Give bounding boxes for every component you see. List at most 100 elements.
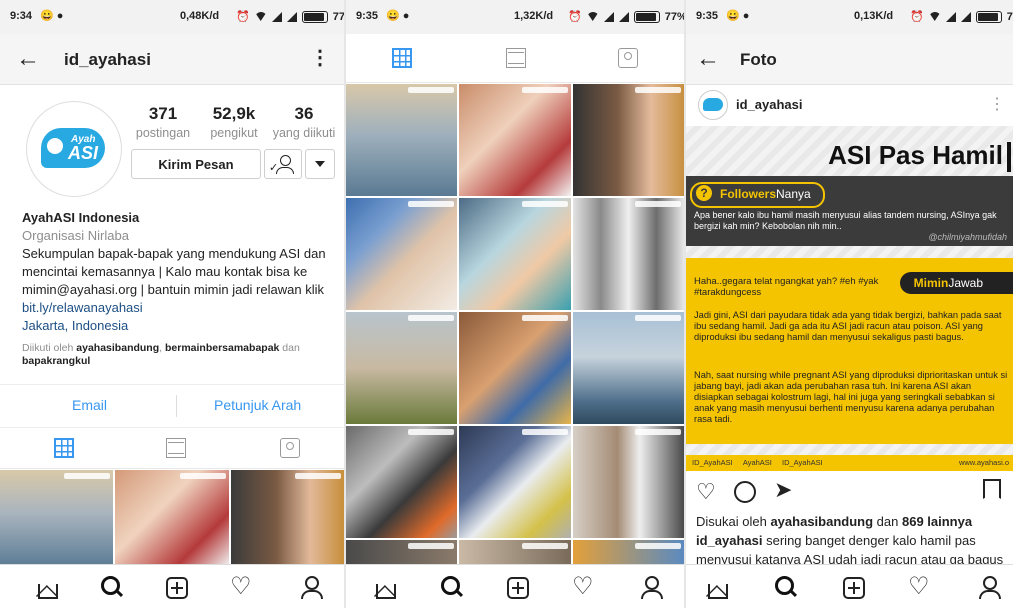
grid-photo[interactable] <box>572 312 684 424</box>
status-time: 9:34 <box>10 10 33 22</box>
grid-photo[interactable] <box>572 84 684 196</box>
answer-paragraph: Nah, saat nursing while pregnant ASI yan… <box>694 370 1008 424</box>
contact-bar: Email Petunjuk Arah <box>0 384 344 428</box>
post-image-footer: ID_AyahASI AyahASI ID_AyahASI www.ayahas… <box>686 455 1013 471</box>
network-speed: 0,13K/d <box>854 10 894 22</box>
app-bar: ← id_ayahasi ⋮ <box>0 34 344 85</box>
grid-photo[interactable] <box>572 198 684 310</box>
add-icon[interactable] <box>840 574 866 600</box>
grid-photo[interactable] <box>346 198 458 310</box>
post-image-title: ASI Pas Hamil <box>828 140 1011 172</box>
post-username[interactable]: id_ayahasi <box>736 97 803 112</box>
profile-icon[interactable] <box>298 574 324 600</box>
heart-icon[interactable]: ♡ <box>230 573 256 600</box>
search-icon[interactable] <box>98 574 124 600</box>
following-button[interactable]: ✓ <box>264 149 302 179</box>
battery-level: 77% <box>664 10 684 23</box>
status-bar: 9:35 😀 ● 0,13K/d ⏰ 76 <box>686 0 1013 34</box>
heart-icon[interactable]: ♡ <box>908 573 934 600</box>
system-icons: ⏰ 77% <box>236 10 344 23</box>
profile-name: AyahASI Indonesia <box>22 210 140 225</box>
alarm-icon: ⏰ <box>910 11 924 23</box>
stat-following[interactable]: 36 yang diikuti <box>267 104 341 140</box>
grid-photo[interactable] <box>230 470 344 566</box>
home-icon[interactable] <box>372 574 398 600</box>
profile-screen: 9:34 😀 ● 0,48K/d ⏰ 77% ← id_ayahasi ⋮ Ay… <box>0 0 344 608</box>
grid-screen: 9:35 😀 ● 1,32K/d ⏰ 77% <box>346 0 684 608</box>
grid-photo[interactable] <box>572 426 684 538</box>
grid-photo[interactable] <box>459 312 571 424</box>
back-arrow-icon[interactable]: ← <box>16 47 40 71</box>
post-actions: ♡ ➤ <box>686 471 1013 511</box>
chevron-down-icon <box>315 161 325 167</box>
home-icon[interactable] <box>704 574 730 600</box>
add-icon[interactable] <box>504 574 530 600</box>
status-time: 9:35 <box>356 10 379 22</box>
grid-icon[interactable] <box>392 48 412 68</box>
grid-icon[interactable] <box>54 438 74 458</box>
profile-bio: AyahASI Indonesia Organisasi Nirlaba Sek… <box>22 209 337 368</box>
more-icon[interactable]: ⋮ <box>989 94 1005 114</box>
heart-icon[interactable]: ♡ <box>572 573 598 600</box>
wifi-icon <box>254 12 267 21</box>
profile-icon[interactable] <box>638 574 664 600</box>
profile-avatar[interactable]: Ayah ASI <box>26 101 122 197</box>
grid-photo[interactable] <box>115 470 229 566</box>
heart-icon[interactable]: ♡ <box>696 479 716 505</box>
grid-photo[interactable] <box>459 198 571 310</box>
network-speed: 0,48K/d <box>180 10 220 22</box>
feed-icon[interactable] <box>506 48 526 68</box>
grid-photo[interactable] <box>346 426 458 538</box>
feed-icon[interactable] <box>166 438 186 458</box>
wifi-icon <box>586 12 599 21</box>
stat-posts[interactable]: 371 postingan <box>133 104 193 140</box>
bottom-nav: ♡ <box>346 564 684 608</box>
status-bar: 9:35 😀 ● 1,32K/d ⏰ 77% <box>346 0 684 34</box>
post-screen: 9:35 😀 ● 0,13K/d ⏰ 76 ← Foto id_ayahasi … <box>686 0 1013 608</box>
divider <box>176 395 177 417</box>
signal-icon <box>603 11 614 22</box>
grid-photo[interactable] <box>459 426 571 538</box>
directions-button[interactable]: Petunjuk Arah <box>214 397 301 413</box>
profile-location[interactable]: Jakarta, Indonesia <box>22 317 337 335</box>
system-icons: ⏰ 77% <box>568 10 684 23</box>
post-image[interactable]: ASI Pas Hamil FollowersNanya Apa bener k… <box>686 126 1013 471</box>
network-speed: 1,32K/d <box>514 10 554 22</box>
battery-icon <box>975 10 1002 23</box>
send-message-button[interactable]: Kirim Pesan <box>131 149 261 179</box>
share-icon[interactable]: ➤ <box>774 477 792 503</box>
notification-icons: 😀 ● <box>386 10 410 22</box>
suggestions-dropdown-button[interactable] <box>305 149 335 179</box>
back-arrow-icon[interactable]: ← <box>696 47 720 71</box>
bio-link[interactable]: bit.ly/relawanayahasi <box>22 299 337 317</box>
stat-followers[interactable]: 52,9k pengikut <box>201 104 267 140</box>
tagged-icon[interactable] <box>280 438 300 458</box>
post-avatar[interactable] <box>698 90 728 120</box>
profile-tabs <box>346 34 684 83</box>
followed-by[interactable]: Diikuti oleh ayahasibandung, bermainbers… <box>22 342 337 368</box>
grid-photo[interactable] <box>459 84 571 196</box>
mimin-question: Haha..gegara telat ngangkat yah? #eh #ya… <box>694 276 879 298</box>
post-caption: Disukai oleh ayahasibandung dan 869 lain… <box>696 512 1008 569</box>
grid-photo[interactable] <box>346 84 458 196</box>
ayahasi-logo: Ayah ASI <box>41 128 105 168</box>
mimin-answer-box: Haha..gegara telat ngangkat yah? #eh #ya… <box>686 258 1013 444</box>
add-icon[interactable] <box>163 574 189 600</box>
search-icon[interactable] <box>438 574 464 600</box>
status-bar: 9:34 😀 ● 0,48K/d ⏰ 77% <box>0 0 344 34</box>
grid-photo[interactable] <box>346 312 458 424</box>
profile-category: Organisasi Nirlaba <box>22 228 129 243</box>
likes-line[interactable]: Disukai oleh ayahasibandung dan 869 lain… <box>696 512 1008 531</box>
home-icon[interactable] <box>34 574 60 600</box>
profile-icon[interactable] <box>976 574 1002 600</box>
tagged-icon[interactable] <box>618 48 638 68</box>
bio-line: mimin@ayahasi.org | bantuin mimin jadi r… <box>22 282 324 297</box>
alarm-icon: ⏰ <box>568 11 582 23</box>
followers-question-box: FollowersNanya Apa bener kalo ibu hamil … <box>686 176 1013 246</box>
email-button[interactable]: Email <box>72 397 107 413</box>
comment-icon[interactable] <box>734 481 756 503</box>
bookmark-icon[interactable] <box>983 479 1001 499</box>
search-icon[interactable] <box>772 574 798 600</box>
more-icon[interactable]: ⋮ <box>310 48 330 68</box>
grid-photo[interactable] <box>0 470 114 566</box>
